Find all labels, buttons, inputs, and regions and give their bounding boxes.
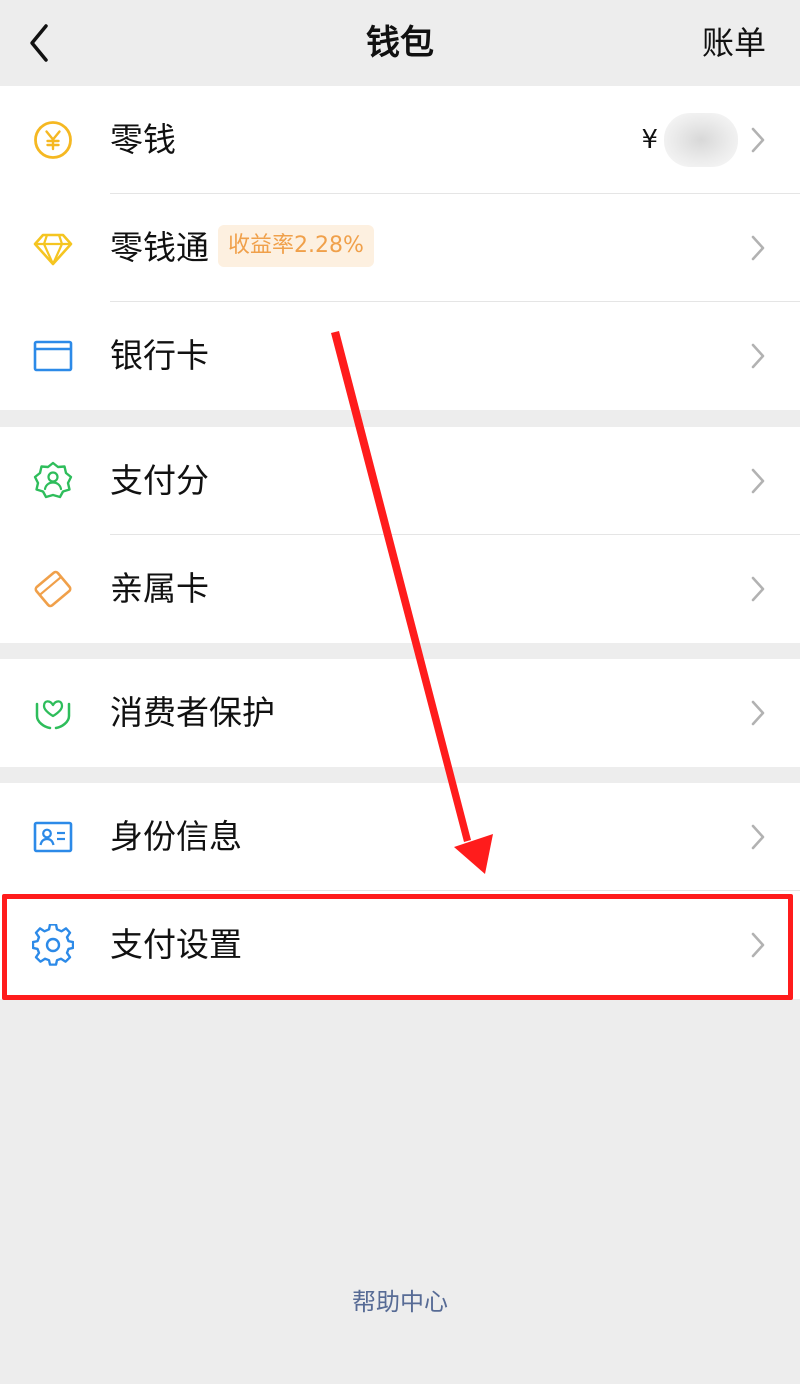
family-card-icon <box>32 568 74 610</box>
consumer-protection-icon <box>32 692 74 734</box>
help-center-link[interactable]: 帮助中心 <box>352 1288 448 1316</box>
bank-card-icon <box>32 335 74 377</box>
chevron-right-icon <box>750 575 766 603</box>
bank-card-item[interactable]: 银行卡 <box>0 302 800 410</box>
consumer-protection-item[interactable]: 消费者保护 <box>0 659 800 767</box>
wallet-group-settings: 身份信息 支付设置 <box>0 783 800 999</box>
change-label: 零钱 <box>110 120 176 159</box>
diamond-icon <box>32 227 74 269</box>
chevron-right-icon <box>750 823 766 851</box>
payment-settings-label: 支付设置 <box>110 925 242 964</box>
change-plus-item[interactable]: 零钱通 收益率2.28% <box>0 194 800 302</box>
pay-score-label: 支付分 <box>110 461 209 500</box>
chevron-right-icon <box>750 126 766 154</box>
chevron-right-icon <box>750 699 766 727</box>
yen-coin-icon <box>32 119 74 161</box>
change-balance: ¥ <box>641 113 738 167</box>
currency-symbol: ¥ <box>641 125 658 155</box>
blurred-balance-value <box>664 113 738 167</box>
chevron-right-icon <box>750 467 766 495</box>
pay-score-item[interactable]: 支付分 <box>0 427 800 535</box>
chevron-right-icon <box>750 342 766 370</box>
bank-card-label: 银行卡 <box>110 336 209 375</box>
help-center-container: 帮助中心 <box>0 1282 800 1317</box>
change-item[interactable]: 零钱 ¥ <box>0 86 800 194</box>
family-card-item[interactable]: 亲属卡 <box>0 535 800 643</box>
wallet-group-funds: 零钱 ¥ 零钱通 收益率2.28% 银行卡 <box>0 86 800 410</box>
navbar: 钱包 账单 <box>0 0 800 86</box>
identity-info-item[interactable]: 身份信息 <box>0 783 800 891</box>
family-card-label: 亲属卡 <box>110 569 209 608</box>
page-title: 钱包 <box>366 23 434 63</box>
identity-info-label: 身份信息 <box>110 817 242 856</box>
gear-icon <box>32 924 74 966</box>
payment-settings-item[interactable]: 支付设置 <box>0 891 800 999</box>
consumer-protection-label: 消费者保护 <box>110 693 275 732</box>
chevron-right-icon <box>750 931 766 959</box>
change-plus-label: 零钱通 <box>110 228 209 267</box>
pay-score-icon <box>32 460 74 502</box>
chevron-right-icon <box>750 234 766 262</box>
bill-button[interactable]: 账单 <box>702 0 766 86</box>
wallet-group-credit: 支付分 亲属卡 <box>0 427 800 643</box>
wallet-group-protection: 消费者保护 <box>0 659 800 767</box>
id-card-icon <box>32 816 74 858</box>
yield-rate-badge: 收益率2.28% <box>218 225 374 267</box>
